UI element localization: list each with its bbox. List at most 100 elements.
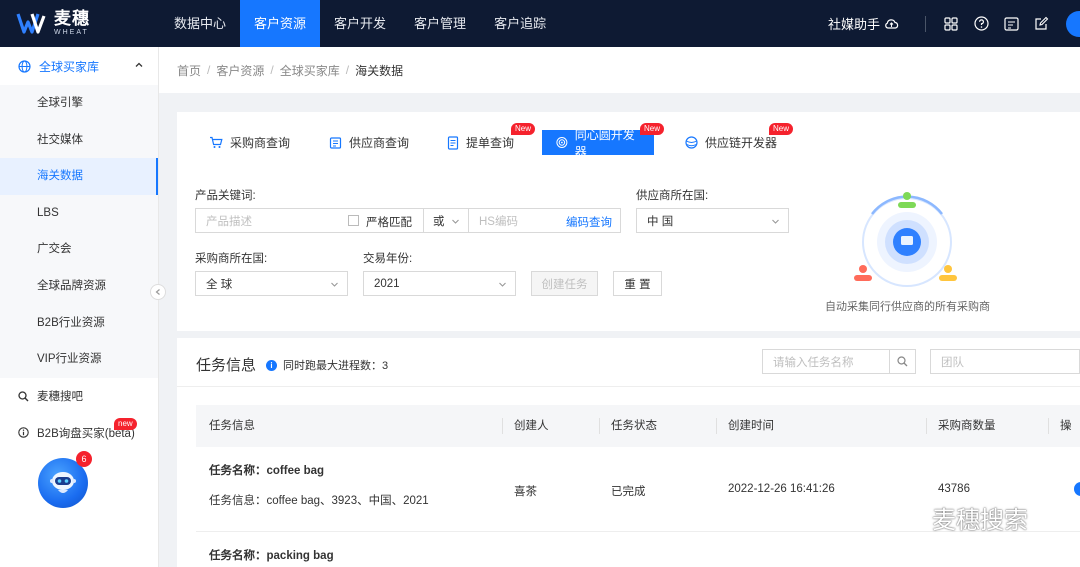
- nav-customer-tracking[interactable]: 客户追踪: [480, 0, 560, 47]
- tab-label: 提单查询: [466, 136, 515, 150]
- keyword-input[interactable]: 产品描述 严格匹配: [195, 208, 429, 233]
- notification-count-badge: 6: [76, 451, 92, 467]
- supplier-country-select[interactable]: 中 国: [636, 208, 789, 233]
- search-panel: 采购商查询 供应商查询 提单查询 New 同心圆开发器 New 供应链开发器 N…: [177, 112, 1080, 331]
- tab-concentric-developer[interactable]: 同心圆开发器 New: [542, 123, 665, 159]
- logo[interactable]: 麦穗 WHEAT: [16, 10, 90, 36]
- breadcrumb-home[interactable]: 首页: [177, 62, 201, 79]
- breadcrumb: 首页 / 客户资源 / 全球买家库 / 海关数据: [159, 47, 1080, 93]
- keyword-placeholder: 产品描述: [206, 215, 252, 228]
- chevron-down-icon: [499, 282, 506, 287]
- nav-data-center[interactable]: 数据中心: [160, 0, 240, 47]
- breadcrumb-separator: /: [345, 63, 350, 77]
- sidebar-submenu: 全球引擎 社交媒体 海关数据 LBS 广交会 全球品牌资源 B2B行业资源 VI…: [0, 85, 158, 378]
- social-media-helper[interactable]: 社媒助手: [828, 14, 899, 33]
- tab-buyer-search[interactable]: 采购商查询: [209, 130, 290, 155]
- sidebar-item-b2b-industry[interactable]: B2B行业资源: [0, 305, 158, 342]
- column-header-status: 任务状态: [599, 405, 657, 447]
- task-status: 已完成: [611, 486, 646, 498]
- reset-button[interactable]: 重 置: [613, 271, 662, 296]
- buyer-country-value: 全 球: [206, 278, 233, 291]
- new-badge: New: [511, 123, 536, 135]
- task-created-time: 2022-12-26 16:41:26: [728, 483, 835, 495]
- task-name: 任务名称：coffee bag: [209, 462, 324, 478]
- table-header: 任务信息 创建人 任务状态 创建时间 采购商数量 操: [196, 405, 1080, 447]
- task-search-placeholder: 请输入任务名称: [773, 356, 854, 369]
- task-search-input[interactable]: 请输入任务名称: [762, 349, 890, 374]
- nav-customer-development[interactable]: 客户开发: [320, 0, 400, 47]
- column-header-buyer-count: 采购商数量: [926, 405, 996, 447]
- tab-label: 采购商查询: [230, 136, 291, 150]
- sidebar-item-customs-data[interactable]: 海关数据: [0, 158, 158, 195]
- contacts-icon[interactable]: [1002, 15, 1020, 33]
- sidebar-item-lbs[interactable]: LBS: [0, 195, 158, 232]
- strict-match-checkbox[interactable]: [348, 215, 359, 226]
- buyer-country-select[interactable]: 全 球: [195, 271, 348, 296]
- tab-supplier-search[interactable]: 供应商查询: [329, 130, 409, 155]
- search-icon: [18, 390, 29, 402]
- info-circle-icon: [18, 427, 29, 438]
- keyword-label: 产品关键词:: [195, 190, 256, 202]
- nav-customer-management[interactable]: 客户管理: [400, 0, 480, 47]
- new-badge: new: [114, 418, 137, 431]
- task-buyer-count: 43786: [938, 483, 970, 495]
- sidebar-item-global-engine[interactable]: 全球引擎: [0, 85, 158, 122]
- supplier-country-label: 供应商所在国:: [636, 190, 709, 202]
- column-header-actions: 操: [1048, 405, 1072, 447]
- strict-match-label: 严格匹配: [366, 217, 412, 229]
- help-icon[interactable]: [972, 15, 990, 33]
- chevron-down-icon: [772, 219, 779, 224]
- row-action-button[interactable]: [1074, 482, 1080, 496]
- breadcrumb-customer-resources[interactable]: 客户资源: [216, 62, 264, 79]
- sidebar-item-social-media[interactable]: 社交媒体: [0, 122, 158, 159]
- or-select[interactable]: 或: [423, 208, 469, 233]
- edit-icon[interactable]: [1032, 15, 1050, 33]
- column-header-created-time: 创建时间: [716, 405, 774, 447]
- logo-text: 麦穗: [54, 9, 90, 28]
- column-header-task-info: 任务信息: [209, 420, 255, 432]
- create-task-button[interactable]: 创建任务: [531, 271, 598, 296]
- sidebar-collapse-button[interactable]: [150, 284, 166, 300]
- sidebar-item-vip-industry[interactable]: VIP行业资源: [0, 341, 158, 378]
- watermark-text: 麦穗搜索: [932, 507, 1028, 534]
- top-right-tools: 社媒助手: [828, 0, 1080, 47]
- tab-supply-chain-developer[interactable]: 供应链开发器 New: [685, 123, 794, 155]
- cart-icon: [210, 136, 223, 148]
- user-avatar[interactable]: [1066, 10, 1080, 37]
- chevron-up-icon: [135, 62, 143, 67]
- top-navigation-bar: 麦穗 WHEAT 数据中心 客户资源 客户开发 客户管理 客户追踪 社媒助手: [0, 0, 1080, 47]
- main-nav: 数据中心 客户资源 客户开发 客户管理 客户追踪: [160, 0, 560, 47]
- concentric-circle-illustration: [854, 192, 957, 287]
- tab-label: 同心圆开发器: [574, 127, 635, 159]
- trade-year-value: 2021: [374, 277, 400, 290]
- sidebar-item-global-brands[interactable]: 全球品牌资源: [0, 268, 158, 305]
- nav-customer-resources[interactable]: 客户资源: [240, 0, 321, 47]
- team-select[interactable]: 团队: [930, 349, 1080, 374]
- document-icon: [447, 135, 459, 150]
- breadcrumb-global-buyers[interactable]: 全球买家库: [280, 62, 340, 79]
- code-lookup-link[interactable]: 编码查询: [566, 214, 612, 230]
- target-icon: [556, 137, 568, 148]
- task-search-button[interactable]: [889, 349, 916, 374]
- hs-code-input[interactable]: HS编码 编码查询: [468, 208, 621, 233]
- tab-label: 供应链开发器: [705, 136, 778, 150]
- wechat-icon: [889, 503, 922, 531]
- helper-label: 社媒助手: [827, 17, 880, 32]
- sidebar-group-global-buyers[interactable]: 全球买家库: [0, 47, 158, 85]
- new-badge: New: [640, 123, 665, 135]
- or-select-value: 或: [433, 215, 445, 228]
- sidebar-item-canton-fair[interactable]: 广交会: [0, 231, 158, 268]
- sidebar-item-b2b-inquiry[interactable]: B2B询盘买家(beta) new: [0, 414, 158, 451]
- divider: [925, 15, 926, 32]
- divider: [177, 386, 1080, 387]
- tab-bill-of-lading[interactable]: 提单查询 New: [447, 123, 536, 155]
- sidebar-item-maisui-search[interactable]: 麦穗搜吧: [0, 378, 158, 415]
- column-header-creator: 创建人: [502, 405, 549, 447]
- concurrency-text: 同时跑最大进程数：3: [283, 360, 389, 372]
- trade-year-select[interactable]: 2021: [363, 271, 516, 296]
- task-name: 任务名称：packing bag: [209, 547, 334, 563]
- new-badge: New: [769, 123, 794, 135]
- breadcrumb-separator: /: [270, 63, 274, 77]
- grid-icon[interactable]: [942, 15, 960, 33]
- buyer-country-label: 采购商所在国:: [195, 253, 268, 265]
